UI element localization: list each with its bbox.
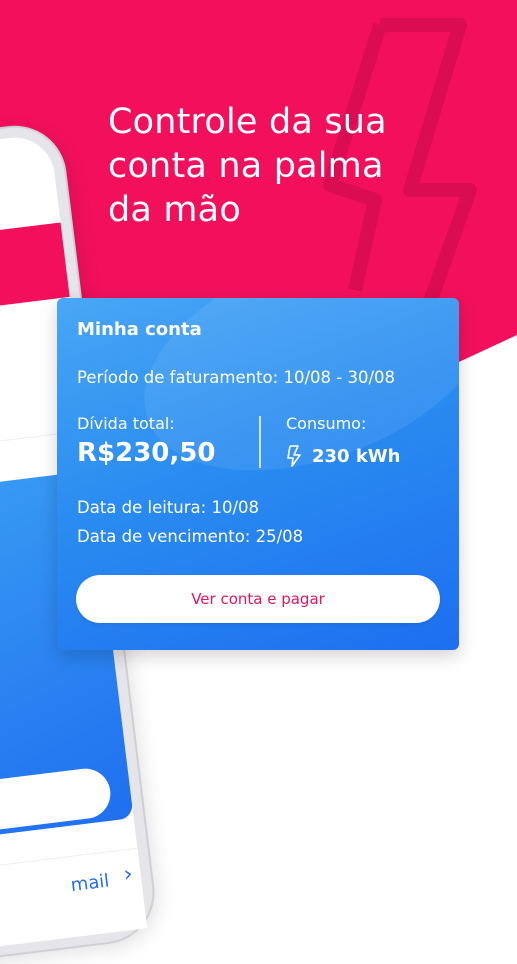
consumption-label: Consumo: (286, 414, 367, 433)
debt-label: Dívida total: (77, 414, 175, 433)
debt-value: R$230,50 (77, 438, 216, 468)
consumption-value-group: 230 kWh (286, 445, 400, 467)
headline-line-3: da mão (108, 190, 241, 230)
phone-bottom-row[interactable]: mail › (0, 847, 148, 954)
phone-card-button[interactable] (0, 765, 114, 839)
headline: Controle da sua conta na palma da mão (108, 100, 488, 232)
consumption-value: 230 kWh (312, 445, 401, 467)
lightning-icon (287, 445, 301, 467)
view-bill-and-pay-button[interactable]: Ver conta e pagar (76, 575, 440, 623)
due-date: Data de vencimento: 25/08 (77, 527, 304, 546)
chevron-right-icon: › (122, 861, 135, 888)
divider (259, 416, 261, 468)
phone-bottom-label: mail (69, 870, 111, 897)
headline-line-1: Controle da sua (108, 102, 387, 142)
billing-period: Período de faturamento: 10/08 - 30/08 (77, 368, 395, 387)
card-title: Minha conta (77, 319, 202, 340)
reading-date: Data de leitura: 10/08 (77, 498, 260, 517)
headline-line-2: conta na palma (108, 146, 384, 186)
account-card: Minha conta Período de faturamento: 10/0… (57, 298, 459, 650)
